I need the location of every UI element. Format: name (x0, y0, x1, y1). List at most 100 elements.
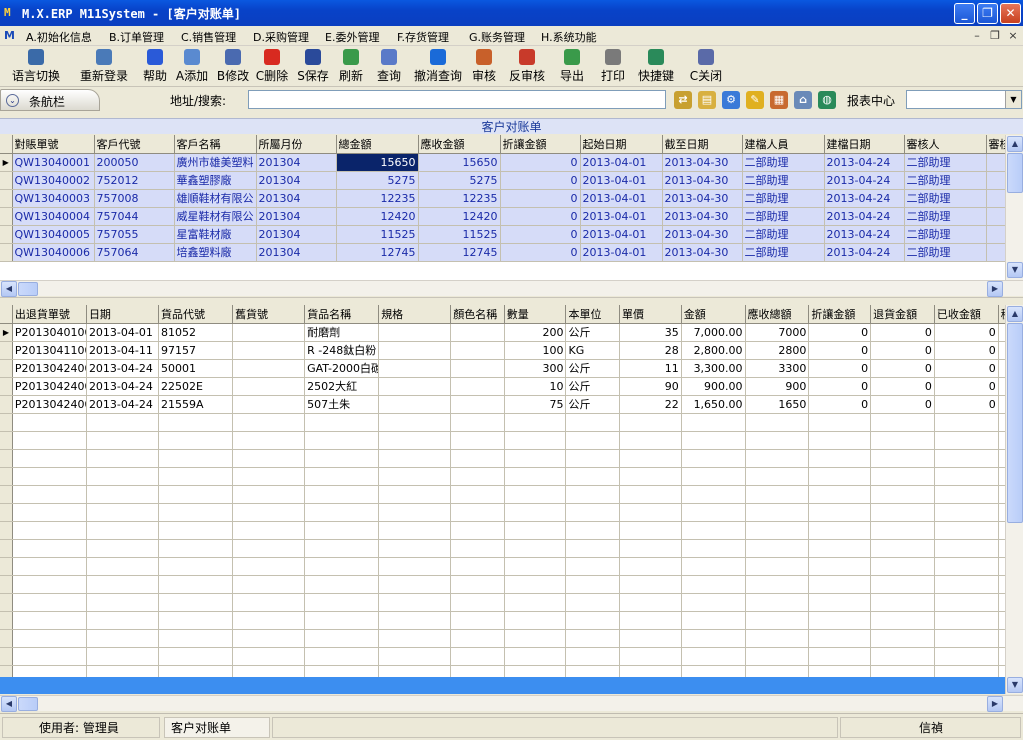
table-cell[interactable]: 11525 (418, 225, 501, 244)
table-cell[interactable] (870, 593, 935, 612)
toolbar-button-15[interactable]: C关闭 (686, 49, 726, 85)
toolbar-button-6[interactable]: S保存 (293, 49, 333, 85)
table-cell[interactable] (998, 395, 1005, 414)
table-cell[interactable] (304, 431, 380, 450)
table-cell[interactable]: 0 (934, 395, 999, 414)
row-indicator[interactable] (0, 243, 13, 262)
table-cell[interactable]: QW13040003 (12, 189, 95, 208)
table-cell[interactable] (304, 575, 380, 594)
table-cell[interactable]: 二部助理 (904, 207, 987, 226)
table-cell[interactable] (986, 171, 1005, 190)
scroll-right-icon[interactable]: ▶ (987, 696, 1003, 712)
table-cell[interactable]: 二部助理 (904, 153, 987, 172)
row-indicator[interactable] (0, 485, 13, 504)
table-row[interactable]: P2013042400 2013-04-24 22502E 2502大紅 10 公斤 90 9… (0, 377, 1005, 396)
table-cell[interactable] (450, 539, 505, 558)
table-cell[interactable] (158, 485, 234, 504)
column-header[interactable]: 貨品代號 (158, 305, 234, 324)
table-cell[interactable] (304, 485, 380, 504)
table-cell[interactable] (745, 521, 810, 540)
table-cell[interactable] (450, 413, 505, 432)
row-indicator[interactable] (0, 503, 13, 522)
column-header[interactable]: 客戶名稱 (174, 135, 257, 154)
table-cell[interactable] (12, 593, 87, 612)
table-cell[interactable]: 0 (500, 243, 581, 262)
table-cell[interactable] (998, 611, 1005, 630)
column-header[interactable]: 客戶代號 (94, 135, 175, 154)
table-cell[interactable]: 2013-04-30 (662, 171, 743, 190)
table-cell[interactable]: 757064 (94, 243, 175, 262)
table-cell[interactable]: 0 (870, 359, 935, 378)
table-cell[interactable] (565, 449, 620, 468)
row-indicator[interactable] (0, 629, 13, 648)
table-cell[interactable] (504, 575, 567, 594)
table-cell[interactable] (232, 359, 306, 378)
table-cell[interactable] (998, 323, 1005, 342)
table-cell[interactable] (450, 647, 505, 666)
table-cell[interactable]: 11525 (336, 225, 419, 244)
table-cell[interactable]: P2013041100 (12, 341, 87, 360)
table-cell[interactable] (378, 377, 452, 396)
table-cell[interactable] (378, 575, 452, 594)
table-cell[interactable]: 900 (745, 377, 810, 396)
table-cell[interactable]: 75 (504, 395, 567, 414)
table-row[interactable]: QW13040006 757064 培鑫塑料廠 201304 12745 12745 0 20… (0, 243, 1005, 262)
table-cell[interactable] (808, 611, 872, 630)
table-cell[interactable] (619, 521, 682, 540)
table-cell[interactable]: 2013-04-01 (580, 207, 663, 226)
table-cell[interactable] (998, 575, 1005, 594)
table-cell[interactable] (565, 629, 620, 648)
table-cell[interactable] (450, 503, 505, 522)
toolbar-button-4[interactable]: B修改 (214, 49, 252, 85)
scroll-up-icon[interactable]: ▲ (1007, 306, 1023, 322)
table-cell[interactable]: 10 (504, 377, 567, 396)
table-cell[interactable] (681, 413, 746, 432)
table-cell[interactable] (378, 647, 452, 666)
table-cell[interactable] (998, 413, 1005, 432)
table-cell[interactable] (681, 449, 746, 468)
table-cell[interactable] (565, 503, 620, 522)
table-cell[interactable] (450, 341, 505, 360)
table-cell[interactable] (681, 539, 746, 558)
table-cell[interactable] (934, 575, 999, 594)
table-cell[interactable]: 7000 (745, 323, 810, 342)
table-cell[interactable] (450, 431, 505, 450)
column-header[interactable]: 稅金 (998, 305, 1005, 324)
table-cell[interactable]: 0 (500, 171, 581, 190)
table-cell[interactable]: 11 (619, 359, 682, 378)
row-indicator[interactable] (0, 207, 13, 226)
table-cell[interactable] (998, 377, 1005, 396)
table-cell[interactable]: 耐磨劑 (304, 323, 380, 342)
toolbar-button-9[interactable]: 撤消查询 (408, 49, 468, 85)
table-cell[interactable] (870, 503, 935, 522)
table-cell[interactable] (619, 611, 682, 630)
column-header[interactable]: 審核 (986, 135, 1005, 154)
table-cell[interactable]: 二部助理 (904, 171, 987, 190)
table-cell[interactable] (870, 431, 935, 450)
column-header[interactable]: 截至日期 (662, 135, 743, 154)
table-cell[interactable] (232, 377, 306, 396)
close-button[interactable]: ✕ (1000, 3, 1021, 24)
row-indicator[interactable] (0, 647, 13, 666)
table-cell[interactable]: 12745 (336, 243, 419, 262)
table-cell[interactable] (450, 359, 505, 378)
table-cell[interactable] (619, 647, 682, 666)
table-cell[interactable] (681, 485, 746, 504)
table-cell[interactable]: QW13040006 (12, 243, 95, 262)
table-cell[interactable] (619, 467, 682, 486)
table-cell[interactable]: 201304 (256, 207, 337, 226)
table-cell[interactable] (986, 225, 1005, 244)
table-cell[interactable]: 0 (808, 377, 872, 396)
table-cell[interactable]: 2013-04-24 (824, 225, 905, 244)
table-cell[interactable] (12, 611, 87, 630)
table-cell[interactable]: 15650 (418, 153, 501, 172)
table-cell[interactable] (378, 449, 452, 468)
column-header[interactable]: 已收金額 (934, 305, 999, 324)
table-cell[interactable] (870, 539, 935, 558)
table-cell[interactable] (86, 467, 159, 486)
table-cell[interactable] (681, 629, 746, 648)
table-cell[interactable] (12, 467, 87, 486)
table-cell[interactable]: 二部助理 (742, 243, 825, 262)
row-indicator[interactable] (0, 593, 13, 612)
table-cell[interactable]: 0 (870, 395, 935, 414)
